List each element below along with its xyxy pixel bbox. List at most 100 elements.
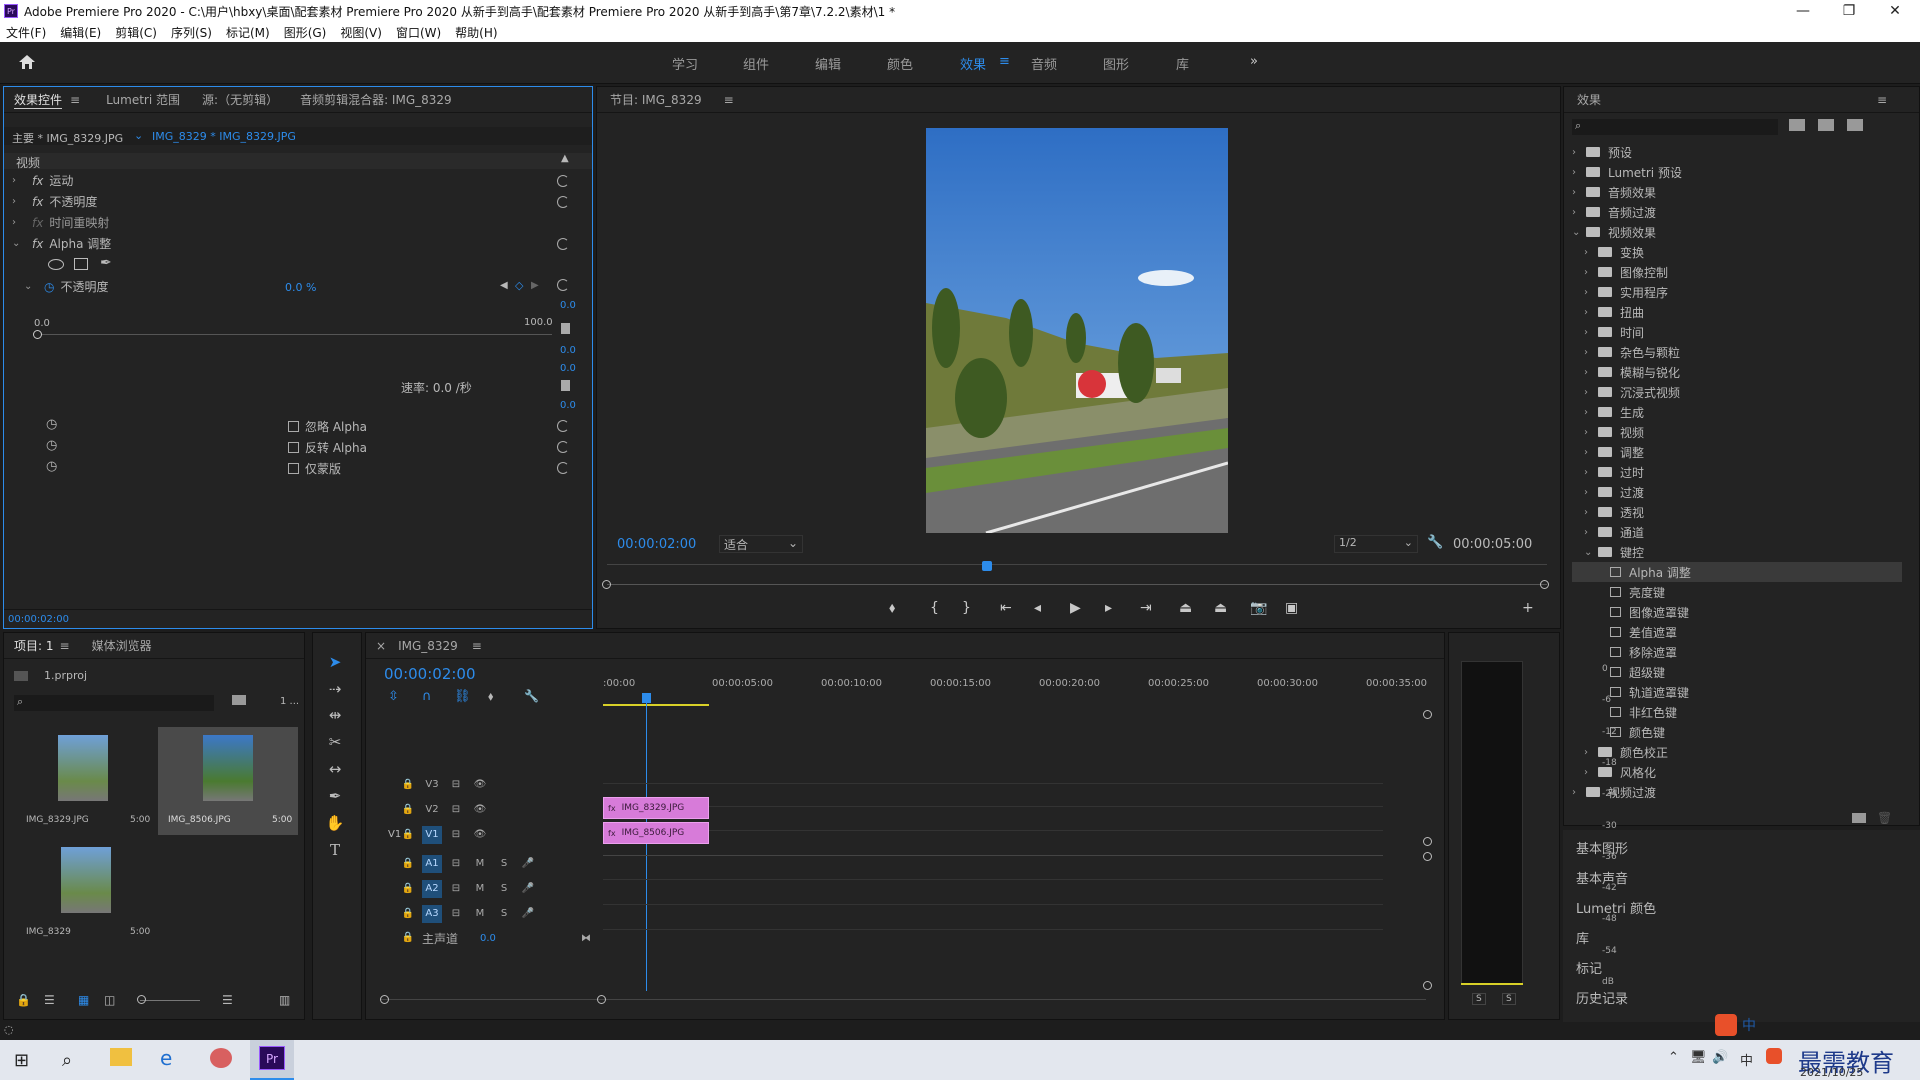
effects-tree-item[interactable]: 移除遮罩 xyxy=(1572,642,1677,662)
stopwatch-mask-icon[interactable]: ◷ xyxy=(46,459,57,474)
track-header-a1[interactable]: 🔒 A1 ⊟ M S 🎤 xyxy=(398,853,598,875)
program-ruler[interactable] xyxy=(607,557,1547,565)
go-to-out-icon[interactable]: ⇥ xyxy=(1140,600,1152,616)
sogou-toolbar-icon[interactable] xyxy=(1715,1014,1737,1036)
program-menu-icon[interactable]: ≡ xyxy=(724,93,734,107)
32bit-effects-icon[interactable] xyxy=(1818,119,1834,131)
effects-tree-item[interactable]: 差值遮罩 xyxy=(1572,622,1677,642)
chevron-right-icon[interactable]: › xyxy=(1584,507,1594,518)
v3-label[interactable]: V3 xyxy=(422,776,442,794)
tab-effect-controls[interactable]: 效果控件 xyxy=(14,91,63,109)
master-lock-icon[interactable]: 🔒 xyxy=(398,929,418,947)
go-to-in-icon[interactable]: ⇤ xyxy=(1000,600,1012,616)
ignore-alpha-box[interactable] xyxy=(288,421,299,432)
menu-clip[interactable]: 剪辑(C) xyxy=(115,24,157,41)
program-tab[interactable]: 节目: IMG_8329 xyxy=(610,91,702,108)
rect-mask-icon[interactable] xyxy=(74,258,88,270)
v1-sync-icon[interactable]: ⊟ xyxy=(446,826,466,844)
menu-marker[interactable]: 标记(M) xyxy=(226,24,270,41)
nest-icon[interactable]: ⇳ xyxy=(388,689,399,704)
icon-view-icon[interactable]: ▦ xyxy=(78,993,89,1007)
sort-icon[interactable]: ☰ xyxy=(222,993,233,1007)
a1-solo-button[interactable]: S xyxy=(494,855,514,873)
ripple-edit-tool-icon[interactable]: ⇹ xyxy=(324,704,346,726)
invert-alpha-checkbox[interactable]: 反转 Alpha xyxy=(288,438,367,457)
track-header-v3[interactable]: 🔒 V3 ⊟ 👁 xyxy=(398,774,598,796)
effects-tree-item[interactable]: › 变换 xyxy=(1572,242,1644,262)
track-header-a3[interactable]: 🔒 A3 ⊟ M S 🎤 xyxy=(398,903,598,925)
maximize-button[interactable]: ❐ xyxy=(1826,0,1872,22)
delete-icon[interactable]: 🗑 xyxy=(1877,811,1892,825)
v1-label[interactable]: V1 xyxy=(422,826,442,844)
mark-in-icon[interactable]: { xyxy=(930,600,939,616)
clip-dropdown-icon[interactable]: ⌄ xyxy=(134,129,143,142)
reset-invert-icon[interactable] xyxy=(557,441,569,453)
menu-view[interactable]: 视图(V) xyxy=(340,24,382,41)
a3-mic-icon[interactable]: 🎤 xyxy=(518,905,538,923)
mask-only-checkbox[interactable]: 仅蒙版 xyxy=(288,459,341,478)
close-button[interactable]: ✕ xyxy=(1872,0,1918,22)
chevron-right-icon[interactable]: › xyxy=(1584,487,1594,498)
effects-tree-item[interactable]: › 过渡 xyxy=(1572,482,1644,502)
a-scroll-top-handle[interactable] xyxy=(1423,852,1432,861)
a2-lock-icon[interactable]: 🔒 xyxy=(398,880,418,898)
workspace-assembly[interactable]: 组件 xyxy=(743,54,769,73)
zoom-right-handle[interactable] xyxy=(1540,580,1549,589)
mask-only-box[interactable] xyxy=(288,463,299,474)
reset-opacity-icon[interactable] xyxy=(557,196,569,208)
v3-sync-icon[interactable]: ⊟ xyxy=(446,776,466,794)
step-back-icon[interactable]: ◂ xyxy=(1034,600,1041,616)
master-clip-label[interactable]: 主要 * IMG_8329.JPG xyxy=(12,130,123,146)
workspace-graphics[interactable]: 图形 xyxy=(1103,54,1129,73)
hand-tool-icon[interactable]: ✋ xyxy=(324,812,346,834)
start-icon[interactable]: ⊞ xyxy=(14,1050,29,1071)
chevron-right-icon[interactable]: › xyxy=(1584,287,1594,298)
workspace-audio[interactable]: 音频 xyxy=(1031,54,1057,73)
timeline-settings-icon[interactable]: 🔧 xyxy=(524,689,539,703)
chevron-right-icon[interactable]: › xyxy=(1584,327,1594,338)
a3-sync-icon[interactable]: ⊟ xyxy=(446,905,466,923)
opacity-value[interactable]: 0.0 % xyxy=(285,281,316,294)
a1-lock-icon[interactable]: 🔒 xyxy=(398,855,418,873)
chevron-right-icon[interactable]: › xyxy=(1584,247,1594,258)
tray-volume-icon[interactable]: 🔊 xyxy=(1712,1050,1728,1065)
chevron-down-icon[interactable]: ⌄ xyxy=(1584,547,1594,558)
yuv-effects-icon[interactable] xyxy=(1847,119,1863,131)
panel-libraries[interactable]: 库 xyxy=(1576,928,1589,947)
effects-tree-item[interactable]: › 调整 xyxy=(1572,442,1644,462)
tab-project[interactable]: 项目: 1 xyxy=(14,637,54,654)
step-forward-icon[interactable]: ▸ xyxy=(1105,600,1112,616)
chevron-right-icon[interactable]: › xyxy=(1572,147,1582,158)
v3-lock-icon[interactable]: 🔒 xyxy=(398,776,418,794)
linked-selection-icon[interactable]: ⛓ xyxy=(454,689,471,704)
track-header-a2[interactable]: 🔒 A2 ⊟ M S 🎤 xyxy=(398,878,598,900)
effects-tree-item[interactable]: › 音频过渡 xyxy=(1572,202,1656,222)
workspace-color[interactable]: 颜色 xyxy=(887,54,913,73)
selection-tool-icon[interactable]: ➤ xyxy=(324,651,346,673)
a2-solo-button[interactable]: S xyxy=(494,880,514,898)
extract-icon[interactable]: ⏏ xyxy=(1214,600,1227,616)
chevron-down-icon[interactable]: ⌄ xyxy=(1572,227,1582,238)
compare-icon[interactable]: ▣ xyxy=(1285,600,1298,616)
workspace-menu-icon[interactable]: ≡ xyxy=(999,54,1010,69)
a3-solo-button[interactable]: S xyxy=(494,905,514,923)
opacity-slider-handle[interactable] xyxy=(33,330,42,339)
tray-expand-icon[interactable]: ⌃ xyxy=(1668,1050,1679,1065)
v2-lock-icon[interactable]: 🔒 xyxy=(398,801,418,819)
fit-dropdown[interactable]: 适合 ⌄ xyxy=(719,535,803,553)
mark-out-icon[interactable]: } xyxy=(962,600,971,616)
chevron-right-icon[interactable]: › xyxy=(1584,307,1594,318)
effects-menu-icon[interactable]: ≡ xyxy=(1877,93,1887,107)
menu-sequence[interactable]: 序列(S) xyxy=(171,24,212,41)
a2-label[interactable]: A2 xyxy=(422,880,442,898)
effect-alpha-adjust[interactable]: ⌄ fx Alpha 调整 xyxy=(12,234,111,253)
chevron-right-icon[interactable]: › xyxy=(1584,447,1594,458)
effects-tree-item[interactable]: › 图像控制 xyxy=(1572,262,1668,282)
tray-sogou-icon[interactable] xyxy=(1766,1048,1782,1064)
project-search-input[interactable]: ⌕ xyxy=(14,695,214,711)
a3-mute-button[interactable]: M xyxy=(470,905,490,923)
chevron-right-icon[interactable]: › xyxy=(1584,527,1594,538)
add-keyframe-icon[interactable]: ◇ xyxy=(515,279,523,292)
effect-time-remap[interactable]: › fx 时间重映射 xyxy=(12,213,109,232)
reset-mask-icon[interactable] xyxy=(557,462,569,474)
